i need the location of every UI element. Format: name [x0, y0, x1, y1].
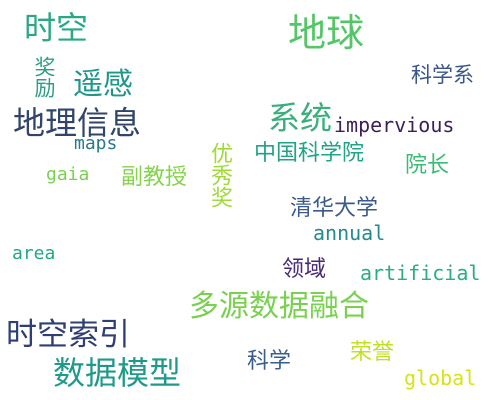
word-area: area	[12, 243, 56, 264]
word-artificial: artificial	[360, 261, 481, 285]
word-qinghuadaxue: 清华大学	[290, 196, 379, 221]
word-rongyu: 荣誉	[350, 340, 395, 365]
word-global: global	[404, 366, 477, 390]
word-maps: maps	[74, 133, 118, 154]
word-jiangli: 奖励	[32, 56, 56, 98]
word-yuanzhang: 院长	[405, 153, 450, 178]
word-annual: annual	[313, 221, 386, 245]
word-zhongguokexueyuan: 中国科学院	[254, 141, 365, 166]
word-shikong: 时空	[24, 9, 89, 47]
word-youxiujiang: 优秀奖	[207, 142, 232, 208]
word-xitong: 系统	[268, 99, 333, 137]
word-gaia: gaia	[46, 164, 90, 185]
word-yaogan: 遥感	[73, 67, 133, 102]
word-fujiaoshou: 副教授	[121, 165, 188, 190]
word-cloud: 时空 地球 科学系 奖励 遥感 地理信息 系统 impervious maps …	[0, 0, 500, 400]
word-impervious: impervious	[334, 113, 455, 137]
word-shikongsuoyin: 时空索引	[6, 317, 130, 353]
word-kexuexi: 科学系	[411, 63, 474, 87]
word-shujumoxing: 数据模型	[53, 354, 182, 392]
word-diqiu: 地球	[288, 11, 365, 55]
word-duoyuanshujuronghe: 多源数据融合	[189, 289, 369, 324]
word-lingyu: 领域	[282, 257, 327, 282]
word-kexue: 科学	[247, 349, 292, 374]
